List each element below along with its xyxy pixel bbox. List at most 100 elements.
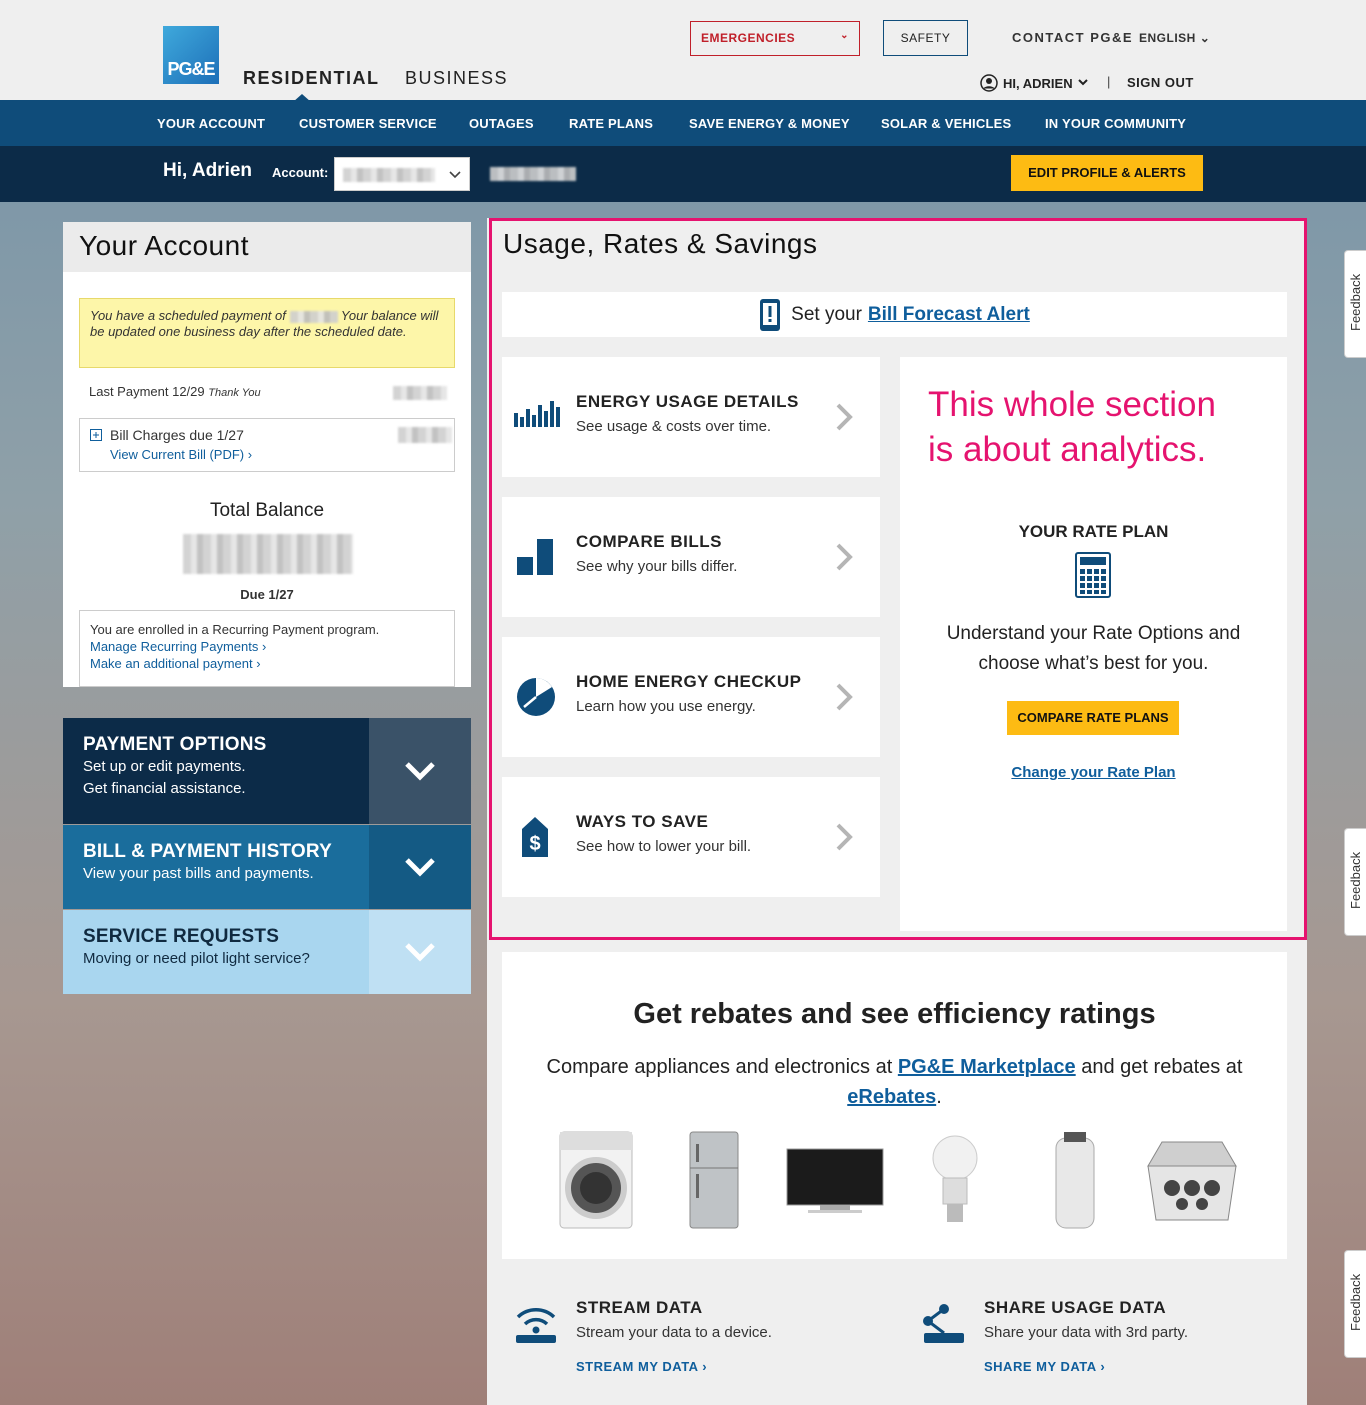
analytics-annotation: This whole section is about analytics. [928,382,1216,472]
emergencies-dropdown[interactable]: EMERGENCIES ⌄ [690,21,860,56]
refrigerator-image[interactable] [688,1130,740,1230]
user-greeting: HI, ADRIEN [1003,75,1073,91]
cooktop-image[interactable] [1142,1136,1242,1222]
recurring-payment-box: You are enrolled in a Recurring Payment … [79,610,455,687]
tab-residential[interactable]: RESIDENTIAL [243,68,380,102]
television-image[interactable] [786,1148,884,1216]
bill-forecast-link[interactable]: Bill Forecast Alert [868,304,1030,326]
view-bill-link[interactable]: View Current Bill (PDF) › [110,447,444,462]
bill-charges-row[interactable]: Bill Charges due 1/27 [90,427,444,443]
nav-community[interactable]: IN YOUR COMMUNITY [1045,116,1186,131]
expand-icon[interactable] [90,429,102,441]
recurring-text: You are enrolled in a Recurring Payment … [90,622,380,637]
bill-forecast-banner: Set your Bill Forecast Alert [502,292,1287,337]
washer-image[interactable] [558,1130,634,1230]
annotation-line: is about analytics. [928,430,1207,469]
share-my-data-link[interactable]: SHARE MY DATA › [984,1359,1188,1374]
bill-history-accordion[interactable]: BILL & PAYMENT HISTORY View your past bi… [63,825,471,909]
nav-customer-service[interactable]: CUSTOMER SERVICE [299,116,437,131]
feedback-tab[interactable]: Feedback [1344,250,1366,358]
section-title: Usage, Rates & Savings [503,228,818,259]
ways-to-save-tile[interactable]: $ WAYS TO SAVE See how to lower your bil… [502,777,880,897]
rebates-title: Get rebates and see efficiency ratings [633,998,1156,1030]
share-data-title: SHARE USAGE DATA [984,1298,1167,1317]
link-label: SHARE MY DATA [984,1359,1097,1374]
last-payment-label: Last Payment 12/29 [89,384,205,399]
home-energy-checkup-tile[interactable]: HOME ENERGY CHECKUP Learn how you use en… [502,637,880,757]
water-heater-image[interactable] [1054,1130,1096,1230]
rebates-text-part: Compare appliances and electronics at [546,1056,893,1078]
nav-outages[interactable]: OUTAGES [469,116,534,131]
feedback-tab[interactable]: Feedback [1344,828,1366,936]
due-date: Due 1/27 [240,587,294,602]
redacted-account [343,168,435,182]
service-requests-accordion[interactable]: SERVICE REQUESTS Moving or need pilot li… [63,910,471,994]
user-icon [980,74,998,92]
change-rate-plan-link[interactable]: Change your Rate Plan [900,764,1287,781]
rebates-text-part: . [936,1086,942,1108]
account-greeting: Hi, Adrien [163,160,253,181]
total-balance-label: Total Balance [209,500,325,521]
marketplace-link[interactable]: PG&E Marketplace [898,1056,1076,1078]
compare-rate-plans-button[interactable]: COMPARE RATE PLANS [1007,701,1179,735]
chevron-down-icon [405,858,435,877]
account-bar: Hi, Adrien Account: EDIT PROFILE & ALERT… [0,146,1366,202]
contact-link[interactable]: CONTACT PG&E [1012,30,1133,45]
feedback-label: Feedback [1348,273,1363,331]
stream-data-title: STREAM DATA [576,1298,703,1317]
chevron-right-icon [836,823,853,851]
feedback-tab[interactable]: Feedback [1344,1250,1366,1358]
chevron-down-icon [1077,79,1088,86]
svg-text:$: $ [529,833,540,855]
annotation-line: This whole section [928,385,1216,424]
redacted-total-balance [183,534,353,574]
bar-chart-icon [514,401,560,427]
safety-button[interactable]: SAFETY [883,20,968,56]
compare-bills-tile[interactable]: COMPARE BILLS See why your bills differ. [502,497,880,617]
nav-save-energy[interactable]: SAVE ENERGY & MONEY [689,116,850,131]
nav-your-account[interactable]: YOUR ACCOUNT [157,116,265,131]
compare-bars-icon [517,539,553,575]
edit-profile-button[interactable]: EDIT PROFILE & ALERTS [1011,155,1203,191]
erebates-link[interactable]: eRebates [847,1086,936,1108]
top-header: PG&E RESIDENTIAL BUSINESS EMERGENCIES ⌄ S… [0,0,1366,102]
light-bulb-image[interactable] [930,1134,980,1226]
tile-desc: Learn how you use energy. [576,698,756,715]
pie-chart-icon [517,678,555,716]
stream-data-desc: Stream your data to a device. [576,1324,772,1341]
chevron-right-icon: › [247,447,253,462]
expand-toggle[interactable] [369,825,471,909]
language-dropdown[interactable]: ENGLISH ⌄ [1139,31,1210,45]
main-nav: YOUR ACCOUNT CUSTOMER SERVICE OUTAGES RA… [0,100,1366,146]
tab-business[interactable]: BUSINESS [405,68,508,89]
your-account-panel: Your Account You have a scheduled paymen… [63,222,471,687]
scheduled-payment-notice: You have a scheduled payment of Your bal… [79,298,455,368]
user-menu[interactable]: HI, ADRIEN [980,74,1088,92]
emergencies-label: EMERGENCIES [701,31,796,45]
calculator-icon [1075,552,1111,598]
expand-toggle[interactable] [369,718,471,824]
manage-recurring-link[interactable]: Manage Recurring Payments › [90,638,444,655]
rate-plan-title: YOUR RATE PLAN [1018,522,1169,541]
tile-title: COMPARE BILLS [576,532,722,551]
redacted-amount [393,386,447,400]
payment-options-accordion[interactable]: PAYMENT OPTIONS Set up or edit payments.… [63,718,471,824]
pge-logo[interactable]: PG&E [163,26,219,84]
sign-out-link[interactable]: SIGN OUT [1127,75,1194,90]
tile-title: ENERGY USAGE DETAILS [576,392,799,411]
chevron-down-icon [405,943,435,962]
expand-toggle[interactable] [369,910,471,994]
rebates-text: Compare appliances and electronics at PG… [522,1052,1267,1112]
chevron-right-icon [836,403,853,431]
additional-payment-link[interactable]: Make an additional payment › [90,655,444,672]
divider: | [1107,74,1111,89]
account-select[interactable] [334,157,470,191]
stream-my-data-link[interactable]: STREAM MY DATA › [576,1359,772,1374]
nav-rate-plans[interactable]: RATE PLANS [569,116,653,131]
chevron-down-icon: ⌄ [1199,31,1211,45]
stream-wifi-icon [516,1308,556,1343]
share-nodes-icon [923,1304,964,1343]
nav-solar-vehicles[interactable]: SOLAR & VEHICLES [881,116,1011,131]
energy-usage-tile[interactable]: ENERGY USAGE DETAILS See usage & costs o… [502,357,880,477]
manage-recurring-label: Manage Recurring Payments [90,639,259,654]
